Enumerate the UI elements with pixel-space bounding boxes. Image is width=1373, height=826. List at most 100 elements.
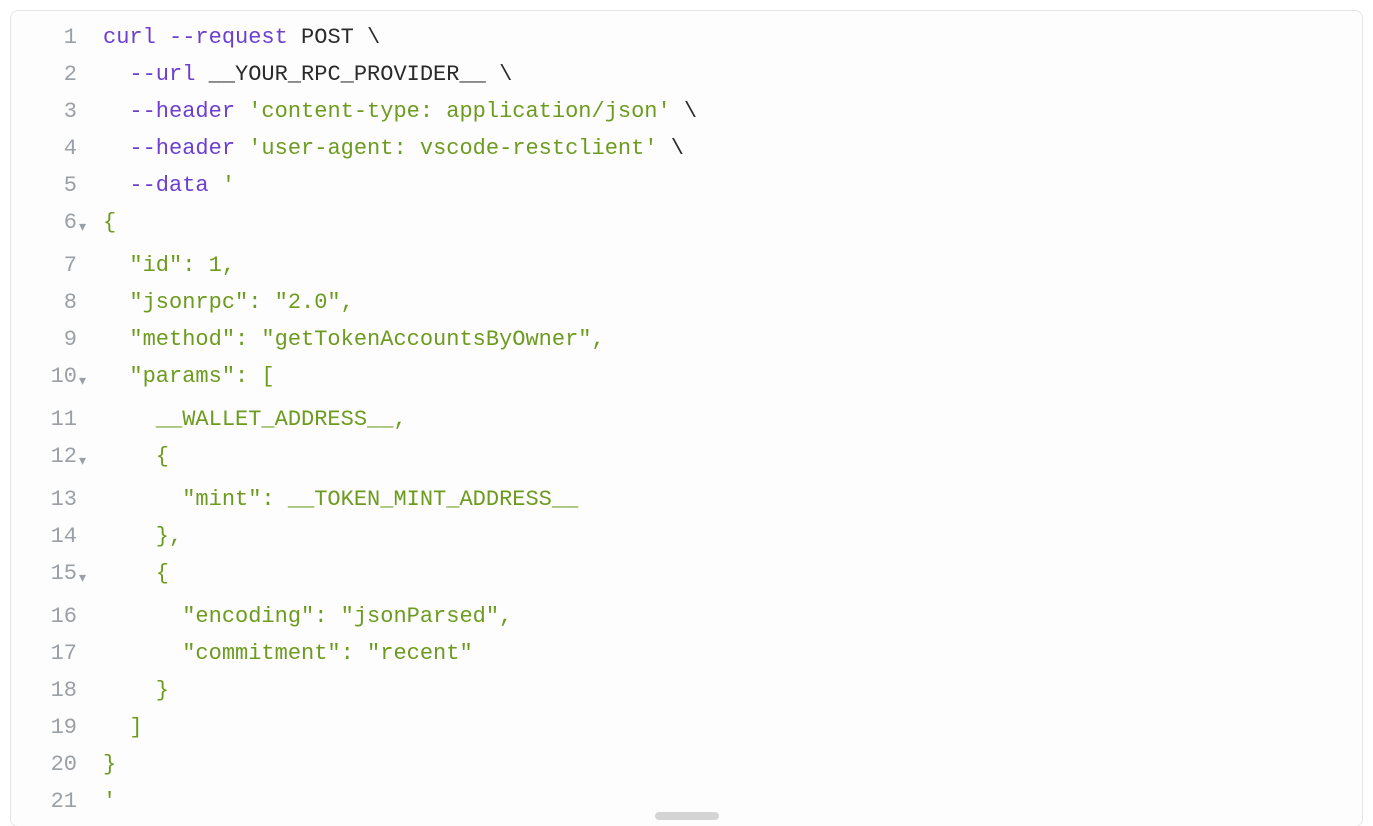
code-token: ]	[103, 715, 143, 740]
code-token	[235, 99, 248, 124]
fold-gutter	[79, 746, 103, 752]
code-content[interactable]: "mint": __TOKEN_MINT_ADDRESS__	[103, 481, 1362, 518]
code-content[interactable]: }	[103, 672, 1362, 709]
code-token: __YOUR_RPC_PROVIDER__ \	[195, 62, 512, 87]
line-number: 5	[11, 167, 79, 204]
line-number: 6	[11, 204, 79, 241]
code-line[interactable]: 4 --header 'user-agent: vscode-restclien…	[11, 130, 1362, 167]
code-token: "method": "getTokenAccountsByOwner",	[103, 327, 605, 352]
code-line[interactable]: 6{	[11, 204, 1362, 247]
code-token: --request	[169, 25, 288, 50]
fold-gutter	[79, 284, 103, 290]
code-token: curl	[103, 25, 156, 50]
code-line[interactable]: 1 curl --request POST \	[11, 19, 1362, 56]
code-token: POST \	[288, 25, 380, 50]
code-token: '	[103, 789, 116, 814]
chevron-down-icon[interactable]	[79, 571, 86, 587]
code-token: 'content-type: application/json'	[248, 99, 670, 124]
chevron-down-icon[interactable]	[79, 454, 86, 470]
code-body[interactable]: 1curl --request POST \2 --url __YOUR_RPC…	[11, 19, 1362, 820]
code-line[interactable]: 9 "method": "getTokenAccountsByOwner",	[11, 321, 1362, 358]
code-line[interactable]: 17 "commitment": "recent"	[11, 635, 1362, 672]
code-line[interactable]: 3 --header 'content-type: application/js…	[11, 93, 1362, 130]
code-line[interactable]: 13 "mint": __TOKEN_MINT_ADDRESS__	[11, 481, 1362, 518]
code-content[interactable]: {	[103, 204, 1362, 241]
line-number: 15	[11, 555, 79, 592]
code-content[interactable]: __WALLET_ADDRESS__,	[103, 401, 1362, 438]
fold-gutter	[79, 167, 103, 173]
line-number: 14	[11, 518, 79, 555]
code-token: {	[103, 444, 169, 469]
fold-gutter	[79, 130, 103, 136]
code-token: "id":	[103, 253, 209, 278]
code-content[interactable]: "encoding": "jsonParsed",	[103, 598, 1362, 635]
code-content[interactable]: {	[103, 555, 1362, 592]
code-content[interactable]: --header 'content-type: application/json…	[103, 93, 1362, 130]
code-token	[209, 173, 222, 198]
code-token: }	[103, 678, 169, 703]
line-number: 18	[11, 672, 79, 709]
code-token: {	[103, 561, 169, 586]
code-content[interactable]: '	[103, 783, 1362, 820]
code-token: 'user-agent: vscode-restclient'	[248, 136, 657, 161]
code-line[interactable]: 5 --data '	[11, 167, 1362, 204]
code-content[interactable]: --url __YOUR_RPC_PROVIDER__ \	[103, 56, 1362, 93]
code-content[interactable]: {	[103, 438, 1362, 475]
code-token: "mint": __TOKEN_MINT_ADDRESS__	[103, 487, 578, 512]
code-line[interactable]: 2 --url __YOUR_RPC_PROVIDER__ \	[11, 56, 1362, 93]
line-number: 17	[11, 635, 79, 672]
code-content[interactable]: "jsonrpc": "2.0",	[103, 284, 1362, 321]
code-line[interactable]: 19 ]	[11, 709, 1362, 746]
code-token: __WALLET_ADDRESS__,	[103, 407, 407, 432]
code-token: {	[103, 210, 116, 235]
code-line[interactable]: 7 "id": 1,	[11, 247, 1362, 284]
code-line[interactable]: 20}	[11, 746, 1362, 783]
code-token: 1	[209, 253, 222, 278]
code-token	[103, 62, 129, 87]
chevron-down-icon[interactable]	[79, 374, 86, 390]
line-number: 8	[11, 284, 79, 321]
code-content[interactable]: --header 'user-agent: vscode-restclient'…	[103, 130, 1362, 167]
code-content[interactable]: --data '	[103, 167, 1362, 204]
line-number: 19	[11, 709, 79, 746]
horizontal-scrollbar-thumb[interactable]	[655, 812, 719, 820]
fold-gutter	[79, 635, 103, 641]
code-token: },	[103, 524, 182, 549]
code-content[interactable]: "commitment": "recent"	[103, 635, 1362, 672]
code-line[interactable]: 16 "encoding": "jsonParsed",	[11, 598, 1362, 635]
code-line[interactable]: 12 {	[11, 438, 1362, 481]
line-number: 9	[11, 321, 79, 358]
fold-gutter	[79, 709, 103, 715]
code-token: ,	[222, 253, 235, 278]
code-content[interactable]: },	[103, 518, 1362, 555]
fold-gutter	[79, 247, 103, 253]
code-content[interactable]: curl --request POST \	[103, 19, 1362, 56]
fold-gutter	[79, 401, 103, 407]
code-token: \	[658, 136, 684, 161]
fold-gutter	[79, 598, 103, 604]
code-line[interactable]: 18 }	[11, 672, 1362, 709]
code-line[interactable]: 8 "jsonrpc": "2.0",	[11, 284, 1362, 321]
code-line[interactable]: 11 __WALLET_ADDRESS__,	[11, 401, 1362, 438]
code-content[interactable]: "method": "getTokenAccountsByOwner",	[103, 321, 1362, 358]
fold-gutter[interactable]	[79, 204, 103, 247]
line-number: 7	[11, 247, 79, 284]
fold-gutter[interactable]	[79, 438, 103, 481]
line-number: 12	[11, 438, 79, 475]
code-line[interactable]: 14 },	[11, 518, 1362, 555]
chevron-down-icon[interactable]	[79, 220, 86, 236]
code-content[interactable]: ]	[103, 709, 1362, 746]
line-number: 1	[11, 19, 79, 56]
code-line[interactable]: 10 "params": [	[11, 358, 1362, 401]
code-token: --header	[129, 136, 235, 161]
code-content[interactable]: "params": [	[103, 358, 1362, 395]
code-content[interactable]: }	[103, 746, 1362, 783]
code-token	[103, 173, 129, 198]
fold-gutter	[79, 672, 103, 678]
code-content[interactable]: "id": 1,	[103, 247, 1362, 284]
fold-gutter[interactable]	[79, 555, 103, 598]
line-number: 20	[11, 746, 79, 783]
code-line[interactable]: 15 {	[11, 555, 1362, 598]
fold-gutter	[79, 56, 103, 62]
fold-gutter[interactable]	[79, 358, 103, 401]
